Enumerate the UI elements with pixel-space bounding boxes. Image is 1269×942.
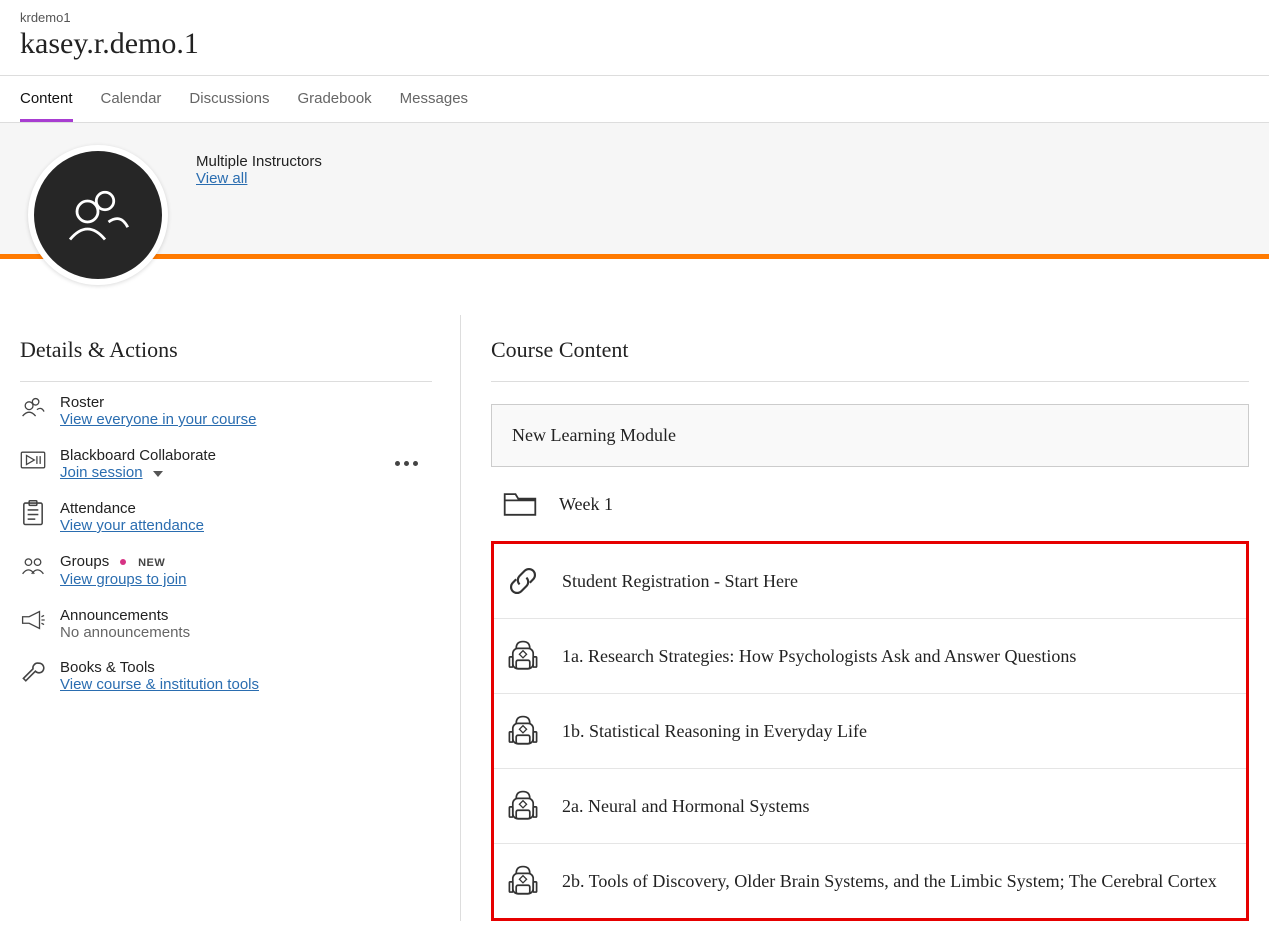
tab-content[interactable]: Content (20, 76, 73, 122)
item-title: 2b. Tools of Discovery, Older Brain Syst… (562, 871, 1217, 892)
folder-icon (501, 485, 539, 523)
content-item-registration[interactable]: Student Registration - Start Here (494, 544, 1246, 619)
course-code: krdemo1 (20, 10, 1249, 25)
content-item-1a[interactable]: 1a. Research Strategies: How Psychologis… (494, 619, 1246, 694)
people-icon (63, 180, 133, 250)
groups-link[interactable]: View groups to join (60, 571, 186, 588)
groups-label: Groups (60, 553, 109, 570)
announcements-label: Announcements (60, 607, 432, 624)
instructors-label: Multiple Instructors (196, 153, 322, 170)
books-link[interactable]: View course & institution tools (60, 676, 259, 693)
collaborate-icon (20, 447, 46, 473)
attendance-link[interactable]: View your attendance (60, 517, 204, 534)
more-options-button[interactable] (381, 447, 432, 477)
tab-calendar[interactable]: Calendar (101, 76, 162, 122)
backpack-icon (504, 637, 542, 675)
caret-down-icon[interactable] (153, 464, 163, 482)
announcements-sub: No announcements (60, 624, 432, 641)
tab-messages[interactable]: Messages (400, 76, 468, 122)
wrench-icon (20, 659, 46, 685)
item-title: Student Registration - Start Here (562, 571, 798, 592)
action-announcements: Announcements No announcements (20, 595, 432, 647)
people-icon (20, 394, 46, 420)
link-icon (504, 562, 542, 600)
action-roster: Roster View everyone in your course (20, 382, 432, 435)
action-books-tools: Books & Tools View course & institution … (20, 647, 432, 700)
action-groups: Groups NEW View groups to join (20, 541, 432, 595)
highlighted-content: Student Registration - Start Here 1a. Re… (491, 541, 1249, 921)
backpack-icon (504, 862, 542, 900)
content-item-2a[interactable]: 2a. Neural and Hormonal Systems (494, 769, 1246, 844)
item-title: 1b. Statistical Reasoning in Everyday Li… (562, 721, 867, 742)
item-title: 2a. Neural and Hormonal Systems (562, 796, 809, 817)
collaborate-label: Blackboard Collaborate (60, 447, 367, 464)
attendance-label: Attendance (60, 500, 432, 517)
clipboard-icon (20, 500, 46, 526)
collaborate-link[interactable]: Join session (60, 464, 143, 481)
content-item-2b[interactable]: 2b. Tools of Discovery, Older Brain Syst… (494, 844, 1246, 918)
new-badge: NEW (138, 557, 165, 569)
week-label: Week 1 (559, 494, 613, 515)
item-title: 1a. Research Strategies: How Psychologis… (562, 646, 1076, 667)
learning-module[interactable]: New Learning Module (491, 404, 1249, 467)
instructor-avatar (28, 145, 168, 285)
course-title: kasey.r.demo.1 (20, 27, 1249, 61)
course-header: krdemo1 kasey.r.demo.1 (0, 0, 1269, 76)
tab-gradebook[interactable]: Gradebook (297, 76, 371, 122)
week-row[interactable]: Week 1 (491, 467, 1249, 541)
backpack-icon (504, 787, 542, 825)
tab-discussions[interactable]: Discussions (189, 76, 269, 122)
instructor-block: Multiple Instructors View all (196, 153, 322, 188)
megaphone-icon (20, 607, 46, 633)
roster-label: Roster (60, 394, 432, 411)
hero-banner: Multiple Instructors View all (0, 123, 1269, 259)
backpack-icon (504, 712, 542, 750)
content-item-1b[interactable]: 1b. Statistical Reasoning in Everyday Li… (494, 694, 1246, 769)
nav-tabs: Content Calendar Discussions Gradebook M… (0, 76, 1269, 123)
action-collaborate: Blackboard Collaborate Join session (20, 435, 432, 488)
view-all-instructors-link[interactable]: View all (196, 170, 247, 187)
action-attendance: Attendance View your attendance (20, 488, 432, 541)
course-content-panel: Course Content New Learning Module Week … (460, 315, 1249, 921)
details-title: Details & Actions (20, 315, 432, 382)
content-title: Course Content (491, 315, 1249, 382)
roster-link[interactable]: View everyone in your course (60, 411, 257, 428)
group-icon (20, 553, 46, 579)
books-label: Books & Tools (60, 659, 432, 676)
new-dot-icon (120, 559, 126, 565)
details-sidebar: Details & Actions Roster View everyone i… (20, 315, 460, 921)
